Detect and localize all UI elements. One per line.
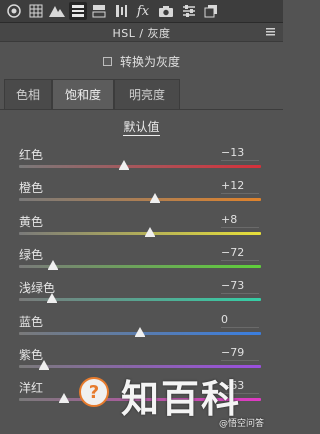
- tab-hue[interactable]: 色相: [4, 79, 52, 109]
- slider-value-field[interactable]: −79: [221, 346, 259, 361]
- slider-row: 红色 −13: [0, 146, 283, 179]
- slider-label: 绿色: [19, 247, 44, 262]
- slider-track[interactable]: [19, 231, 261, 235]
- slider-thumb[interactable]: [149, 193, 160, 204]
- tab-bar: 色相 饱和度 明亮度: [0, 79, 283, 110]
- convert-to-gray-checkbox[interactable]: [102, 56, 112, 66]
- hsl-panel-icon[interactable]: [69, 2, 87, 20]
- defaults-link[interactable]: 默认值: [123, 120, 160, 136]
- slider-value-field[interactable]: −13: [221, 146, 259, 161]
- fx-icon[interactable]: fx: [134, 2, 152, 20]
- aperture-icon[interactable]: [5, 2, 23, 20]
- slider-thumb[interactable]: [58, 393, 69, 404]
- camera-icon[interactable]: [157, 2, 175, 20]
- slider-value-field[interactable]: +12: [221, 179, 259, 195]
- slider-thumb[interactable]: [119, 160, 130, 170]
- watermark-brand: 知百科: [121, 377, 242, 421]
- panel-header: HSL / 灰度: [0, 23, 283, 42]
- slider-row: 黄色 +8: [0, 213, 283, 246]
- slider-row: 浅绿色 −73: [0, 279, 283, 312]
- slider-thumb[interactable]: [46, 293, 57, 304]
- slider-row: 绿色 −72: [0, 246, 283, 279]
- mountain-icon[interactable]: [48, 2, 66, 20]
- grid-icon[interactable]: [27, 2, 45, 20]
- panel-title: HSL / 灰度: [112, 27, 171, 40]
- slider-track[interactable]: [19, 165, 261, 168]
- slider-value-field[interactable]: 0: [221, 313, 259, 328]
- watermark-logo-icon: ?: [79, 377, 109, 407]
- slider-track[interactable]: [19, 198, 261, 202]
- slider-value-field[interactable]: +8: [221, 213, 259, 228]
- defaults-link-row: 默认值: [0, 118, 283, 136]
- presets-icon[interactable]: [202, 2, 220, 20]
- tab-luminance[interactable]: 明亮度: [114, 79, 180, 109]
- slider-row: 橙色 +12: [0, 179, 283, 212]
- toolbar: fx: [0, 0, 283, 23]
- slider-value-field[interactable]: −73: [221, 279, 259, 295]
- tab-saturation[interactable]: 饱和度: [52, 79, 114, 109]
- slider-thumb[interactable]: [39, 359, 50, 370]
- slider-label: 橙色: [19, 181, 44, 196]
- slider-row: 蓝色 0: [0, 313, 283, 346]
- convert-to-gray-row: 转换为灰度: [0, 52, 283, 70]
- slider-thumb[interactable]: [135, 326, 145, 337]
- lens-icon[interactable]: [112, 2, 130, 20]
- watermark: ? 知百科 @悟空问答: [73, 368, 283, 434]
- slider-thumb[interactable]: [47, 259, 58, 270]
- slider-label: 蓝色: [19, 314, 44, 329]
- convert-to-gray-label: 转换为灰度: [119, 54, 180, 69]
- watermark-subtext: @悟空问答: [219, 419, 265, 429]
- slider-value-field[interactable]: −72: [221, 246, 259, 261]
- slider-thumb[interactable]: [144, 226, 155, 237]
- panel-menu-icon[interactable]: [266, 28, 275, 36]
- slider-label: 红色: [19, 148, 44, 162]
- slider-label: 洋红: [19, 381, 44, 396]
- sliders-icon[interactable]: [180, 2, 198, 20]
- split-toning-icon[interactable]: [90, 2, 108, 20]
- slider-label: 黄色: [19, 214, 44, 229]
